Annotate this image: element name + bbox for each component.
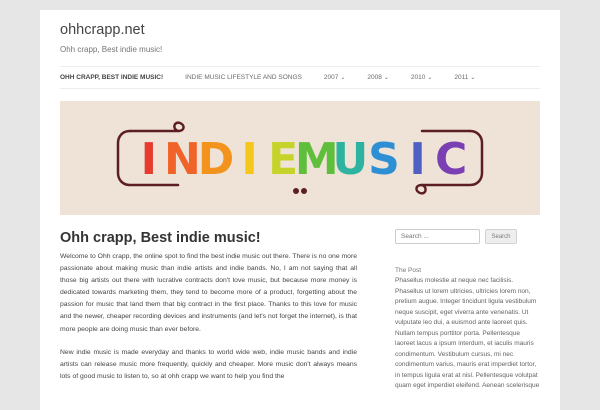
nav-item-2010[interactable]: 2010 ⌄ <box>411 74 433 81</box>
widget-title: The Post <box>395 267 422 274</box>
banner-letters: I ND I EMU S I C <box>141 134 468 185</box>
frame-dot <box>301 188 307 194</box>
nav-item-label: INDIE MUSIC LIFESTYLE AND SONGS <box>185 74 302 81</box>
search-button[interactable]: Search <box>485 229 517 244</box>
post-paragraph: Welcome to Ohh crapp, the online spot to… <box>60 253 357 333</box>
nav-item-label: 2010 <box>410 74 426 81</box>
nav-item-label: 2007 <box>323 74 339 81</box>
post-paragraph: New indie music is made everyday and tha… <box>60 348 357 380</box>
widget-text: Phasellus molestie at neque nec facilisi… <box>395 277 540 389</box>
nav-item-2007[interactable]: 2007 ⌄ <box>324 74 346 81</box>
header-banner-image: INDIEMUSIC <box>60 101 540 215</box>
nav-item-label: 2008 <box>367 74 382 81</box>
banner-letter: E <box>268 134 298 185</box>
post-title: Ohh crapp, Best indie music! <box>60 230 261 246</box>
main-navigation: OHH CRAPP, BEST INDIE MUSIC! INDIE MUSIC… <box>60 66 540 89</box>
chevron-down-icon: ⌄ <box>427 75 433 81</box>
frame-dot <box>293 188 299 194</box>
nav-item-lifestyle[interactable]: INDIE MUSIC LIFESTYLE AND SONGS <box>185 74 302 81</box>
nav-item-label: OHH CRAPP, BEST INDIE MUSIC! <box>60 74 164 81</box>
banner-letter: I <box>241 134 257 185</box>
nav-item-2011[interactable]: 2011 ⌄ <box>454 74 475 81</box>
site-title[interactable]: ohhcrapp.net <box>60 22 145 38</box>
nav-item-home[interactable]: OHH CRAPP, BEST INDIE MUSIC! <box>60 74 163 81</box>
page-container: ohhcrapp.net Ohh crapp, Best indie music… <box>40 10 560 410</box>
nav-item-label: 2011 <box>454 74 469 81</box>
indie-music-logo: I ND I EMU S I C <box>116 121 484 195</box>
nav-item-2008[interactable]: 2008 ⌄ <box>367 74 389 81</box>
search-input[interactable] <box>395 229 480 244</box>
banner-letter: I <box>409 134 425 185</box>
banner-letter: U <box>333 134 369 185</box>
post-content: Welcome to Ohh crapp, the online spot to… <box>60 251 357 394</box>
banner-letter: S <box>368 134 400 185</box>
banner-letter: N <box>164 134 201 185</box>
site-tagline: Ohh crapp, Best indie music! <box>60 45 163 54</box>
banner-letter: C <box>435 134 467 185</box>
chevron-down-icon: ⌄ <box>470 75 476 81</box>
chevron-down-icon: ⌄ <box>340 75 346 81</box>
banner-letter: D <box>198 134 235 185</box>
banner-letter: I <box>141 134 157 185</box>
chevron-down-icon: ⌄ <box>383 75 389 81</box>
